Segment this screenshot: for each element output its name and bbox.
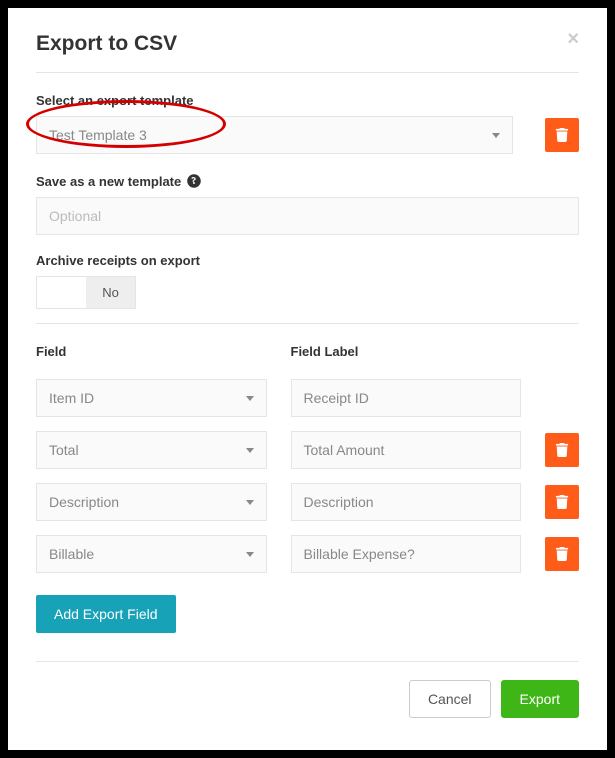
template-select[interactable]: Test Template 3: [36, 116, 513, 154]
add-export-field-button[interactable]: Add Export Field: [36, 595, 176, 633]
chevron-down-icon: [246, 448, 254, 453]
export-csv-modal: Export to CSV × Select an export templat…: [8, 8, 607, 750]
columns-header: Field Field Label: [36, 344, 579, 367]
chevron-down-icon: [492, 133, 500, 138]
archive-toggle[interactable]: No: [36, 276, 136, 309]
field-row: Description Description: [36, 483, 579, 521]
footer-divider: [36, 661, 579, 662]
field-select[interactable]: Total: [36, 431, 267, 469]
field-row: Total Total Amount: [36, 431, 579, 469]
label-column-header: Field Label: [291, 344, 522, 359]
fields-list: Item ID Receipt ID Total Total Amount Descri…: [36, 379, 579, 573]
toggle-yes[interactable]: [37, 277, 86, 308]
field-select[interactable]: Billable: [36, 535, 267, 573]
chevron-down-icon: [246, 552, 254, 557]
field-label-input[interactable]: Total Amount: [291, 431, 522, 469]
delete-field-button[interactable]: [545, 485, 579, 519]
field-select-value: Description: [49, 494, 119, 510]
trash-icon: [555, 495, 569, 509]
field-select-value: Total: [49, 442, 79, 458]
modal-title: Export to CSV: [36, 32, 177, 55]
trash-icon: [555, 547, 569, 561]
field-column-header: Field: [36, 344, 267, 359]
modal-footer: Cancel Export: [36, 680, 579, 718]
field-label-input[interactable]: Receipt ID: [291, 379, 522, 417]
modal-header: Export to CSV ×: [36, 32, 579, 73]
template-select-label: Select an export template: [36, 93, 579, 108]
field-select[interactable]: Description: [36, 483, 267, 521]
trash-icon: [555, 128, 569, 142]
delete-field-button[interactable]: [545, 537, 579, 571]
field-row: Item ID Receipt ID: [36, 379, 579, 417]
field-row: Billable Billable Expense?: [36, 535, 579, 573]
archive-label: Archive receipts on export: [36, 253, 579, 268]
delete-template-button[interactable]: [545, 118, 579, 152]
delete-field-button[interactable]: [545, 433, 579, 467]
field-select-value: Billable: [49, 546, 94, 562]
divider: [36, 323, 579, 324]
field-label-input[interactable]: Billable Expense?: [291, 535, 522, 573]
field-label-input[interactable]: Description: [291, 483, 522, 521]
chevron-down-icon: [246, 396, 254, 401]
export-button[interactable]: Export: [501, 680, 579, 718]
field-select-value: Item ID: [49, 390, 94, 406]
save-template-label: Save as a new template: [36, 172, 579, 189]
help-icon[interactable]: [187, 174, 201, 188]
trash-icon: [555, 443, 569, 457]
chevron-down-icon: [246, 500, 254, 505]
close-icon[interactable]: ×: [567, 28, 579, 51]
template-select-value: Test Template 3: [49, 127, 147, 143]
toggle-no[interactable]: No: [86, 277, 135, 308]
cancel-button[interactable]: Cancel: [409, 680, 491, 718]
field-select[interactable]: Item ID: [36, 379, 267, 417]
save-template-input[interactable]: [36, 197, 579, 235]
